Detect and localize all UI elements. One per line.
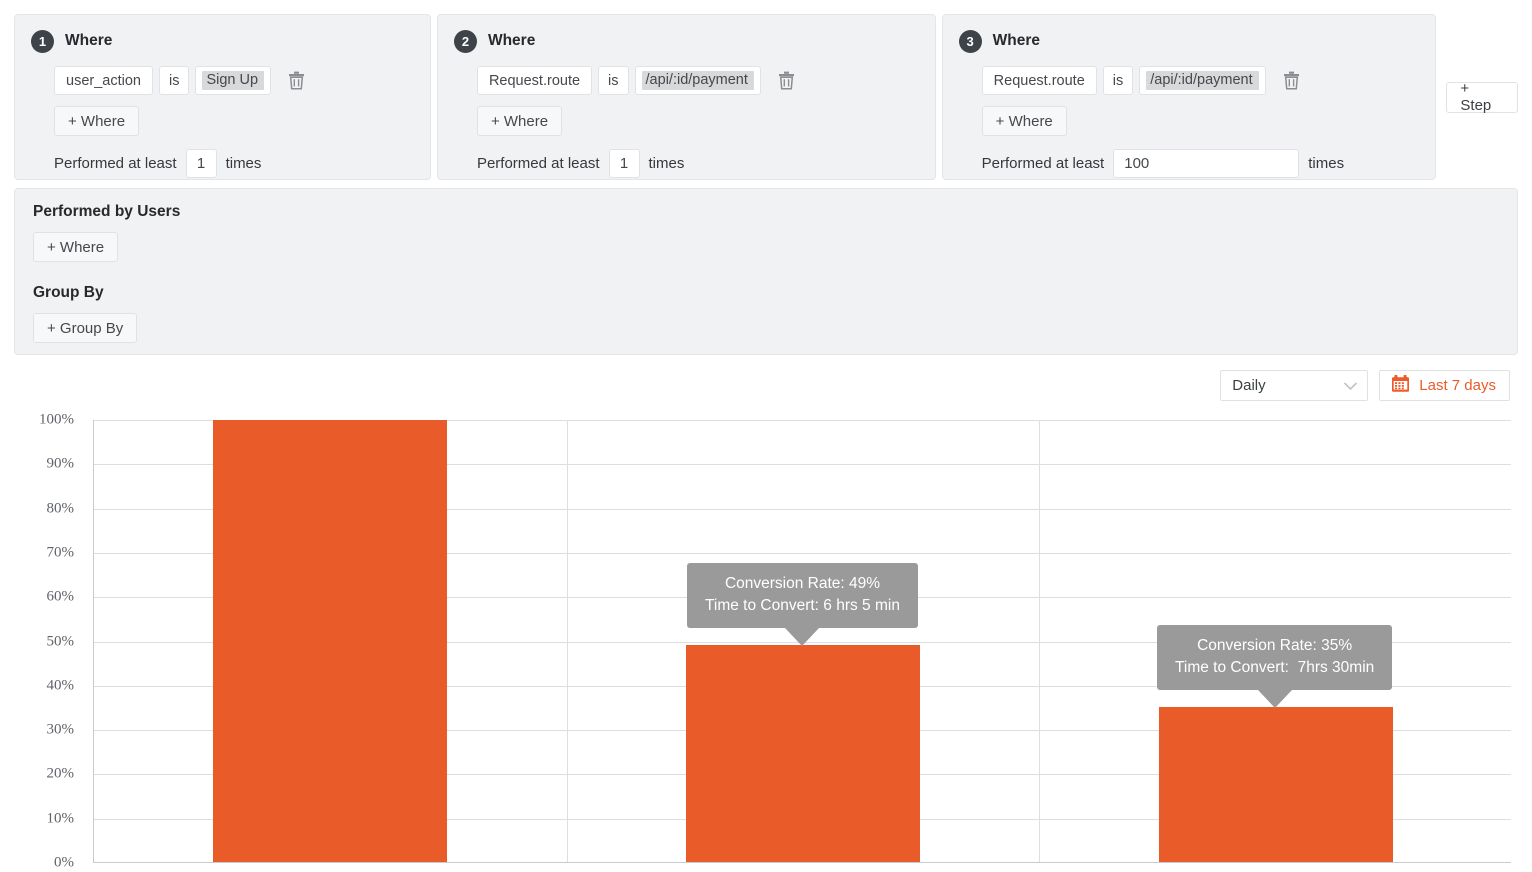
performed-count-input[interactable]: 1 xyxy=(609,149,640,178)
y-axis-tick-label: 80% xyxy=(47,500,75,517)
condition-operator-select[interactable]: is xyxy=(159,66,189,95)
y-axis-tick-label: 70% xyxy=(47,544,75,561)
step-header: 3 Where xyxy=(959,29,1420,53)
add-where-button[interactable]: + Where xyxy=(477,106,562,136)
performed-count-input[interactable]: 100 xyxy=(1113,149,1299,178)
performed-prefix-label: Performed at least xyxy=(982,155,1105,172)
step-header: 1 Where xyxy=(31,29,414,53)
condition-value-chip: Sign Up xyxy=(202,71,264,90)
funnel-step-2: 2 Where Request.route is /api/:id/paymen… xyxy=(437,14,936,180)
tooltip-conversion-rate: Conversion Rate: 49% xyxy=(705,573,900,595)
condition-value-input[interactable]: Sign Up xyxy=(195,66,271,95)
chart-bar[interactable] xyxy=(213,420,447,862)
step-header: 2 Where xyxy=(454,29,919,53)
interval-select-value: Daily xyxy=(1232,377,1265,394)
add-step-wrap: + Step xyxy=(1446,14,1518,113)
add-group-by-button[interactable]: + Group By xyxy=(33,313,137,343)
performed-by-users-label: Performed by Users xyxy=(33,203,1499,221)
chart-tooltip: Conversion Rate: 49%Time to Convert: 6 h… xyxy=(687,563,918,628)
chart-tooltip: Conversion Rate: 35%Time to Convert: 7hr… xyxy=(1157,625,1392,690)
step-number-badge: 1 xyxy=(31,30,54,53)
funnel-chart: 100% 90% 80% 70% 60% 50% 40% 30% 20% 10% 0% Conver… xyxy=(0,405,1532,870)
performed-count-input[interactable]: 1 xyxy=(186,149,217,178)
y-axis-tick-label: 100% xyxy=(39,412,74,429)
tooltip-arrow xyxy=(785,628,819,646)
performed-prefix-label: Performed at least xyxy=(54,155,177,172)
condition-field-select[interactable]: user_action xyxy=(54,66,153,95)
date-range-label: Last 7 days xyxy=(1419,377,1496,394)
add-step-button[interactable]: + Step xyxy=(1446,82,1518,113)
y-axis-tick-label: 0% xyxy=(54,855,74,872)
performed-suffix-label: times xyxy=(226,155,262,172)
date-range-button[interactable]: Last 7 days xyxy=(1379,370,1510,401)
chart-bar[interactable] xyxy=(1159,707,1393,862)
condition-value-chip: /api/:id/payment xyxy=(642,71,754,90)
add-where-button[interactable]: + Where xyxy=(982,106,1067,136)
condition-field-select[interactable]: Request.route xyxy=(982,66,1097,95)
add-where-wrap: + Where xyxy=(982,106,1420,136)
users-add-where-button[interactable]: + Where xyxy=(33,232,118,262)
performed-suffix-label: times xyxy=(1308,155,1344,172)
condition-value-input[interactable]: /api/:id/payment xyxy=(635,66,761,95)
condition-row: Request.route is /api/:id/payment xyxy=(982,66,1420,95)
step-title: Where xyxy=(993,32,1040,50)
step-title: Where xyxy=(65,32,112,50)
step-number-badge: 2 xyxy=(454,30,477,53)
condition-field-select[interactable]: Request.route xyxy=(477,66,592,95)
tooltip-time-to-convert: Time to Convert: 6 hrs 5 min xyxy=(705,595,900,617)
step-number-badge: 3 xyxy=(959,30,982,53)
chevron-down-icon xyxy=(1343,381,1358,391)
trash-icon[interactable] xyxy=(286,69,307,93)
condition-row: Request.route is /api/:id/payment xyxy=(477,66,919,95)
chart-bar[interactable] xyxy=(686,645,920,862)
condition-row: user_action is Sign Up xyxy=(54,66,414,95)
condition-value-input[interactable]: /api/:id/payment xyxy=(1139,66,1265,95)
calendar-icon xyxy=(1391,374,1410,397)
performed-at-least-row: Performed at least 1 times xyxy=(477,149,919,178)
y-axis-labels: 100% 90% 80% 70% 60% 50% 40% 30% 20% 10% 0% xyxy=(0,405,84,870)
add-where-button[interactable]: + Where xyxy=(54,106,139,136)
performed-prefix-label: Performed at least xyxy=(477,155,600,172)
chart-toolbar: Daily xyxy=(1220,370,1510,401)
funnel-steps-row: 1 Where user_action is Sign Up + Where xyxy=(14,14,1518,180)
gridline-vertical xyxy=(567,420,568,862)
performed-suffix-label: times xyxy=(649,155,685,172)
y-axis-tick-label: 50% xyxy=(47,633,75,650)
y-axis-tick-label: 90% xyxy=(47,456,75,473)
y-axis-tick-label: 10% xyxy=(47,810,75,827)
condition-value-chip: /api/:id/payment xyxy=(1146,71,1258,90)
step-title: Where xyxy=(488,32,535,50)
tooltip-time-to-convert: Time to Convert: 7hrs 30min xyxy=(1175,657,1374,679)
y-axis-tick-label: 20% xyxy=(47,766,75,783)
funnel-step-3: 3 Where Request.route is /api/:id/paymen… xyxy=(942,14,1437,180)
tooltip-conversion-rate: Conversion Rate: 35% xyxy=(1175,635,1374,657)
add-where-wrap: + Where xyxy=(477,106,919,136)
gridline-vertical xyxy=(1039,420,1040,862)
performed-at-least-row: Performed at least 100 times xyxy=(982,149,1420,178)
trash-icon[interactable] xyxy=(1281,69,1302,93)
y-axis-tick-label: 40% xyxy=(47,677,75,694)
interval-select[interactable]: Daily xyxy=(1220,370,1368,401)
group-by-label: Group By xyxy=(33,284,1499,302)
funnel-step-1: 1 Where user_action is Sign Up + Where xyxy=(14,14,431,180)
trash-icon[interactable] xyxy=(776,69,797,93)
condition-operator-select[interactable]: is xyxy=(1103,66,1133,95)
condition-operator-select[interactable]: is xyxy=(598,66,628,95)
y-axis-tick-label: 60% xyxy=(47,589,75,606)
performed-by-users-panel: Performed by Users + Where Group By + Gr… xyxy=(14,188,1518,355)
y-axis-tick-label: 30% xyxy=(47,722,75,739)
tooltip-arrow xyxy=(1258,690,1292,708)
add-where-wrap: + Where xyxy=(54,106,414,136)
performed-at-least-row: Performed at least 1 times xyxy=(54,149,414,178)
